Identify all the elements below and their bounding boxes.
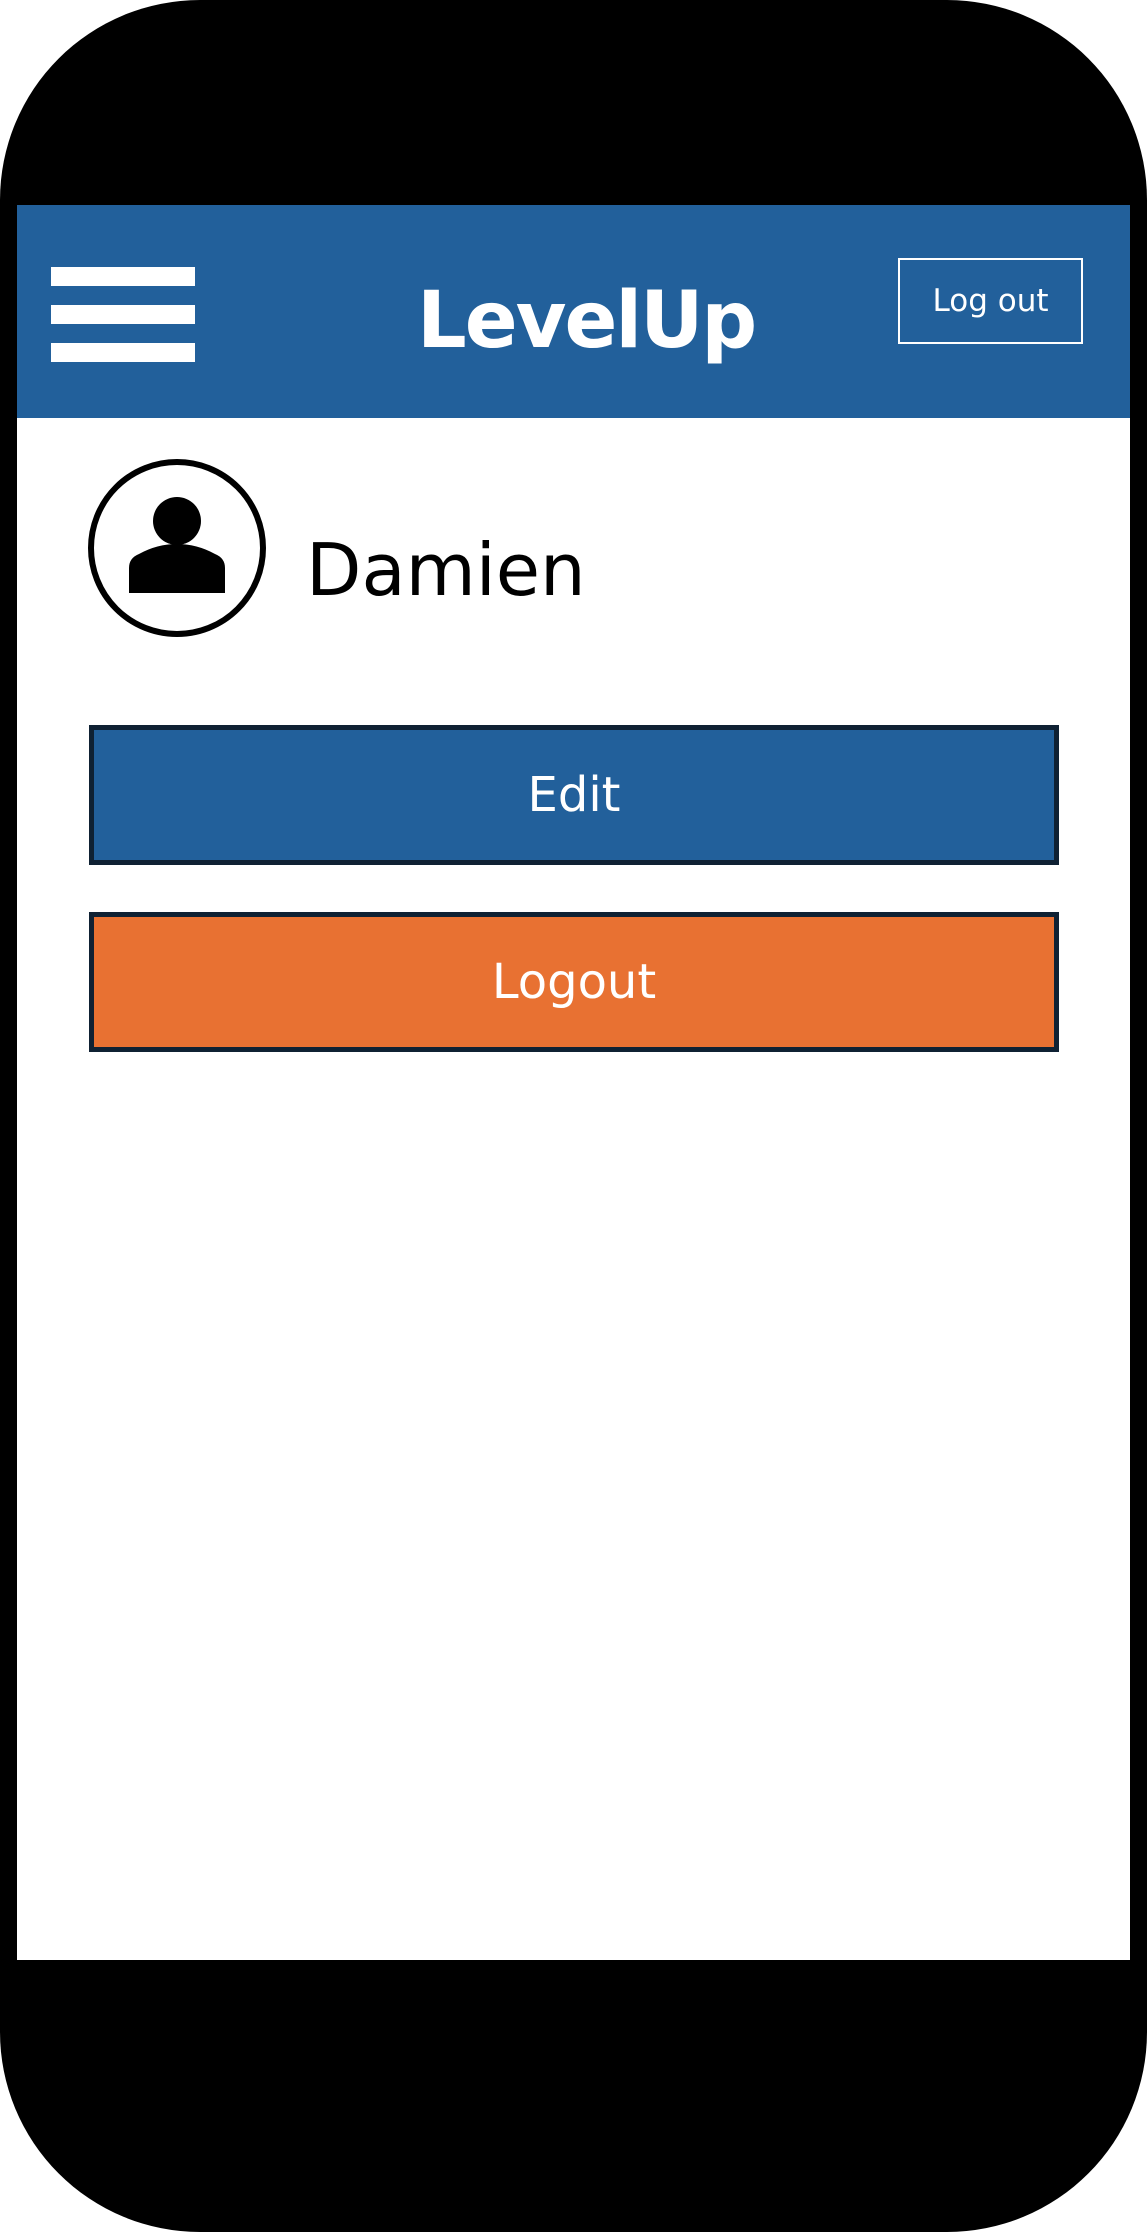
app-logo: LevelUp [417, 276, 757, 366]
app-screen: LevelUp Log out Damien Edit Logout [17, 205, 1130, 1960]
hamburger-menu-icon[interactable] [51, 263, 195, 366]
user-avatar-icon [88, 459, 266, 637]
edit-profile-button[interactable]: Edit [89, 725, 1059, 865]
menu-bar-middle [51, 305, 195, 324]
app-header: LevelUp Log out [17, 205, 1130, 418]
profile-username: Damien [306, 528, 586, 612]
phone-frame: LevelUp Log out Damien Edit Logout [0, 0, 1147, 2232]
logout-button[interactable]: Logout [89, 912, 1059, 1052]
menu-bar-bottom [51, 343, 195, 362]
menu-bar-top [51, 267, 195, 286]
header-logout-button[interactable]: Log out [898, 258, 1083, 344]
